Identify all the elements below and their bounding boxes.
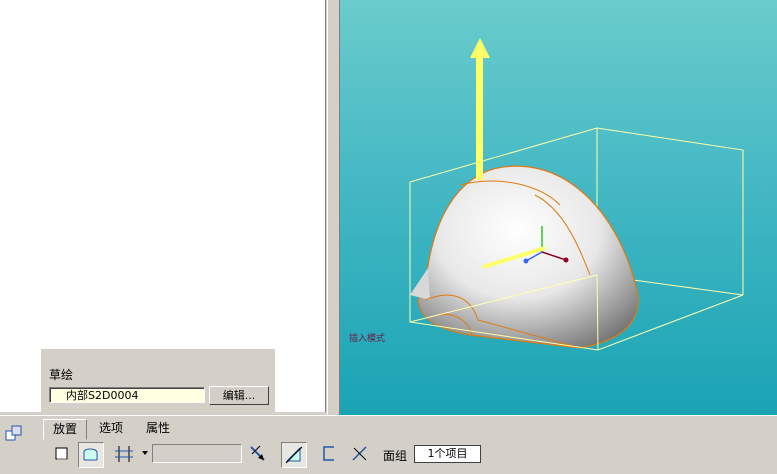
flip-thicken-icon[interactable] [348,442,374,468]
depth-option-icon[interactable] [112,442,138,468]
dome-solid [417,165,639,349]
solid-icon[interactable] [50,442,76,468]
direction-arrow[interactable] [470,38,490,180]
remove-material-icon[interactable] [281,442,307,468]
graphics-viewport[interactable]: 插入模式 [340,0,777,415]
feature-dashboard: 放置 选项 属性 面组 1个项目 [0,415,777,474]
sketch-panel-title: 草绘 [49,368,74,382]
panel-splitter[interactable] [327,0,340,415]
sketch-panel: 草绘 内部S2D0004 编辑... [41,349,275,417]
depth-reference-field[interactable] [152,444,242,463]
dropdown-arrow-icon[interactable] [140,446,150,460]
edit-sketch-button[interactable]: 编辑... [209,386,269,405]
model-viewport-graphic [409,38,744,351]
tab-options[interactable]: 选项 [91,419,131,438]
tab-placement[interactable]: 放置 [43,419,87,440]
mode-label: 插入模式 [349,334,386,344]
thicken-icon[interactable] [318,442,344,468]
tab-properties[interactable]: 属性 [138,419,178,438]
quilt-label: 面组 [383,449,408,463]
quilt-collector-field[interactable]: 1个项目 [414,445,481,463]
flip-direction-icon[interactable] [246,442,272,468]
sketch-collector-field[interactable]: 内部S2D0004 [49,387,205,403]
placement-icon[interactable] [3,422,29,448]
surface-icon[interactable] [78,442,104,468]
